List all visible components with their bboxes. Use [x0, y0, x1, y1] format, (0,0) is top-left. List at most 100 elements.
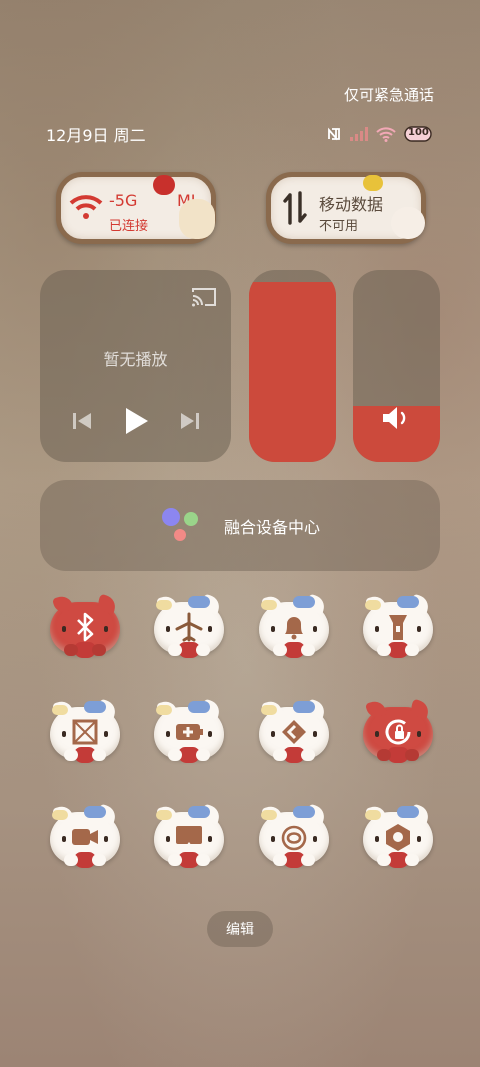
- eye-decoration: [313, 731, 317, 737]
- wifi-toggle[interactable]: -5G MI 已连接: [56, 172, 216, 244]
- bow-decoration: [261, 600, 277, 610]
- paw-decoration: [273, 644, 287, 656]
- link-icon: [279, 717, 309, 747]
- device-center-icon: [160, 506, 202, 546]
- paw-decoration: [168, 644, 182, 656]
- rotation-lock-icon: [383, 717, 413, 747]
- bow-decoration: [52, 705, 68, 715]
- quick-tile-screenshot[interactable]: [48, 701, 122, 765]
- bow-decoration: [156, 705, 172, 715]
- date-text: 12月9日 周二: [46, 126, 146, 145]
- brightness-slider[interactable]: [249, 270, 336, 462]
- paw-decoration: [196, 644, 210, 656]
- speaker-icon: [381, 404, 413, 436]
- bow-decoration: [188, 596, 210, 608]
- quick-tile-airplane[interactable]: [152, 596, 226, 660]
- data-transfer-icon: [283, 191, 307, 229]
- flashlight-icon: [383, 612, 413, 642]
- quick-tile-screen-record[interactable]: [48, 806, 122, 870]
- eye-decoration: [375, 731, 379, 737]
- paw-decoration: [92, 644, 106, 656]
- bow-decoration: [293, 701, 315, 713]
- eye-decoration: [62, 626, 66, 632]
- bow-decoration: [84, 806, 106, 818]
- eye-decoration: [208, 836, 212, 842]
- eye-decoration: [104, 836, 108, 842]
- eye-decoration: [313, 836, 317, 842]
- bow-decoration: [188, 806, 210, 818]
- status-row: 12月9日 周二 100: [46, 124, 432, 145]
- paw-decoration: [301, 854, 315, 866]
- eye-decoration: [62, 731, 66, 737]
- screen-cast-icon: [174, 822, 204, 852]
- paw-decoration: [377, 749, 391, 761]
- mobile-data-status: 不可用: [319, 219, 359, 234]
- eye-decoration: [62, 836, 66, 842]
- wifi-network-name: -5G: [109, 191, 138, 210]
- bow-decoration: [365, 810, 381, 820]
- eye-decoration: [208, 731, 212, 737]
- paw-decoration: [301, 749, 315, 761]
- eye-decoration: [313, 626, 317, 632]
- eye-decoration: [417, 626, 421, 632]
- previous-icon[interactable]: [71, 411, 93, 435]
- next-icon[interactable]: [179, 411, 201, 435]
- wifi-icon: [376, 126, 396, 142]
- mobile-data-label: 移动数据: [319, 195, 384, 214]
- screen-record-icon: [70, 822, 100, 852]
- apple-sticker: [153, 175, 175, 195]
- eye-decoration: [417, 731, 421, 737]
- quick-tile-flashlight[interactable]: [361, 596, 435, 660]
- paw-decoration: [273, 854, 287, 866]
- paw-decoration: [273, 749, 287, 761]
- battery-saver-icon: [174, 717, 204, 747]
- eye-decoration: [166, 731, 170, 737]
- bow-decoration: [293, 806, 315, 818]
- eye-decoration: [104, 731, 108, 737]
- mobile-data-toggle[interactable]: 移动数据 不可用: [266, 172, 426, 244]
- volume-slider[interactable]: [353, 270, 440, 462]
- media-controls: [40, 406, 231, 440]
- quick-tile-screen-cast[interactable]: [152, 806, 226, 870]
- brightness-level-fill: [249, 281, 336, 462]
- eye-decoration: [375, 626, 379, 632]
- bow-decoration: [397, 596, 419, 608]
- quick-tile-link[interactable]: [257, 701, 331, 765]
- eye-decoration: [166, 626, 170, 632]
- paw-decoration: [377, 644, 391, 656]
- quick-tile-bell[interactable]: [257, 596, 331, 660]
- paw-decoration: [405, 749, 419, 761]
- screenshot-icon: [70, 717, 100, 747]
- quick-tile-bluetooth[interactable]: [48, 596, 122, 660]
- quick-tile-camera[interactable]: [361, 806, 435, 870]
- paw-decoration: [301, 644, 315, 656]
- paw-decoration: [377, 854, 391, 866]
- battery-level-text: 100: [408, 127, 429, 138]
- cast-icon[interactable]: [191, 286, 217, 312]
- paw-decoration: [405, 854, 419, 866]
- bow-decoration: [261, 705, 277, 715]
- signal-icon: [350, 127, 368, 141]
- bow-decoration: [365, 600, 381, 610]
- eye-decoration: [417, 836, 421, 842]
- device-center-button[interactable]: 融合设备中心: [40, 480, 440, 571]
- paw-decoration: [64, 854, 78, 866]
- quick-tile-nfc-tile[interactable]: [257, 806, 331, 870]
- battery-icon: 100: [404, 125, 432, 143]
- nfc-tile-icon: [279, 822, 309, 852]
- airplane-icon: [174, 612, 204, 642]
- eye-decoration: [104, 626, 108, 632]
- bow-decoration: [397, 806, 419, 818]
- eye-decoration: [271, 626, 275, 632]
- media-player[interactable]: 暂无播放: [40, 270, 231, 462]
- camera-icon: [383, 822, 413, 852]
- edit-button[interactable]: 编辑: [207, 911, 273, 947]
- paw-decoration: [196, 854, 210, 866]
- bow-decoration: [261, 810, 277, 820]
- play-icon[interactable]: [122, 406, 150, 440]
- bird-sticker: [363, 175, 383, 191]
- quick-tile-rotation-lock[interactable]: [361, 701, 435, 765]
- paw-decoration: [196, 749, 210, 761]
- quick-tile-battery-saver[interactable]: [152, 701, 226, 765]
- eye-decoration: [271, 731, 275, 737]
